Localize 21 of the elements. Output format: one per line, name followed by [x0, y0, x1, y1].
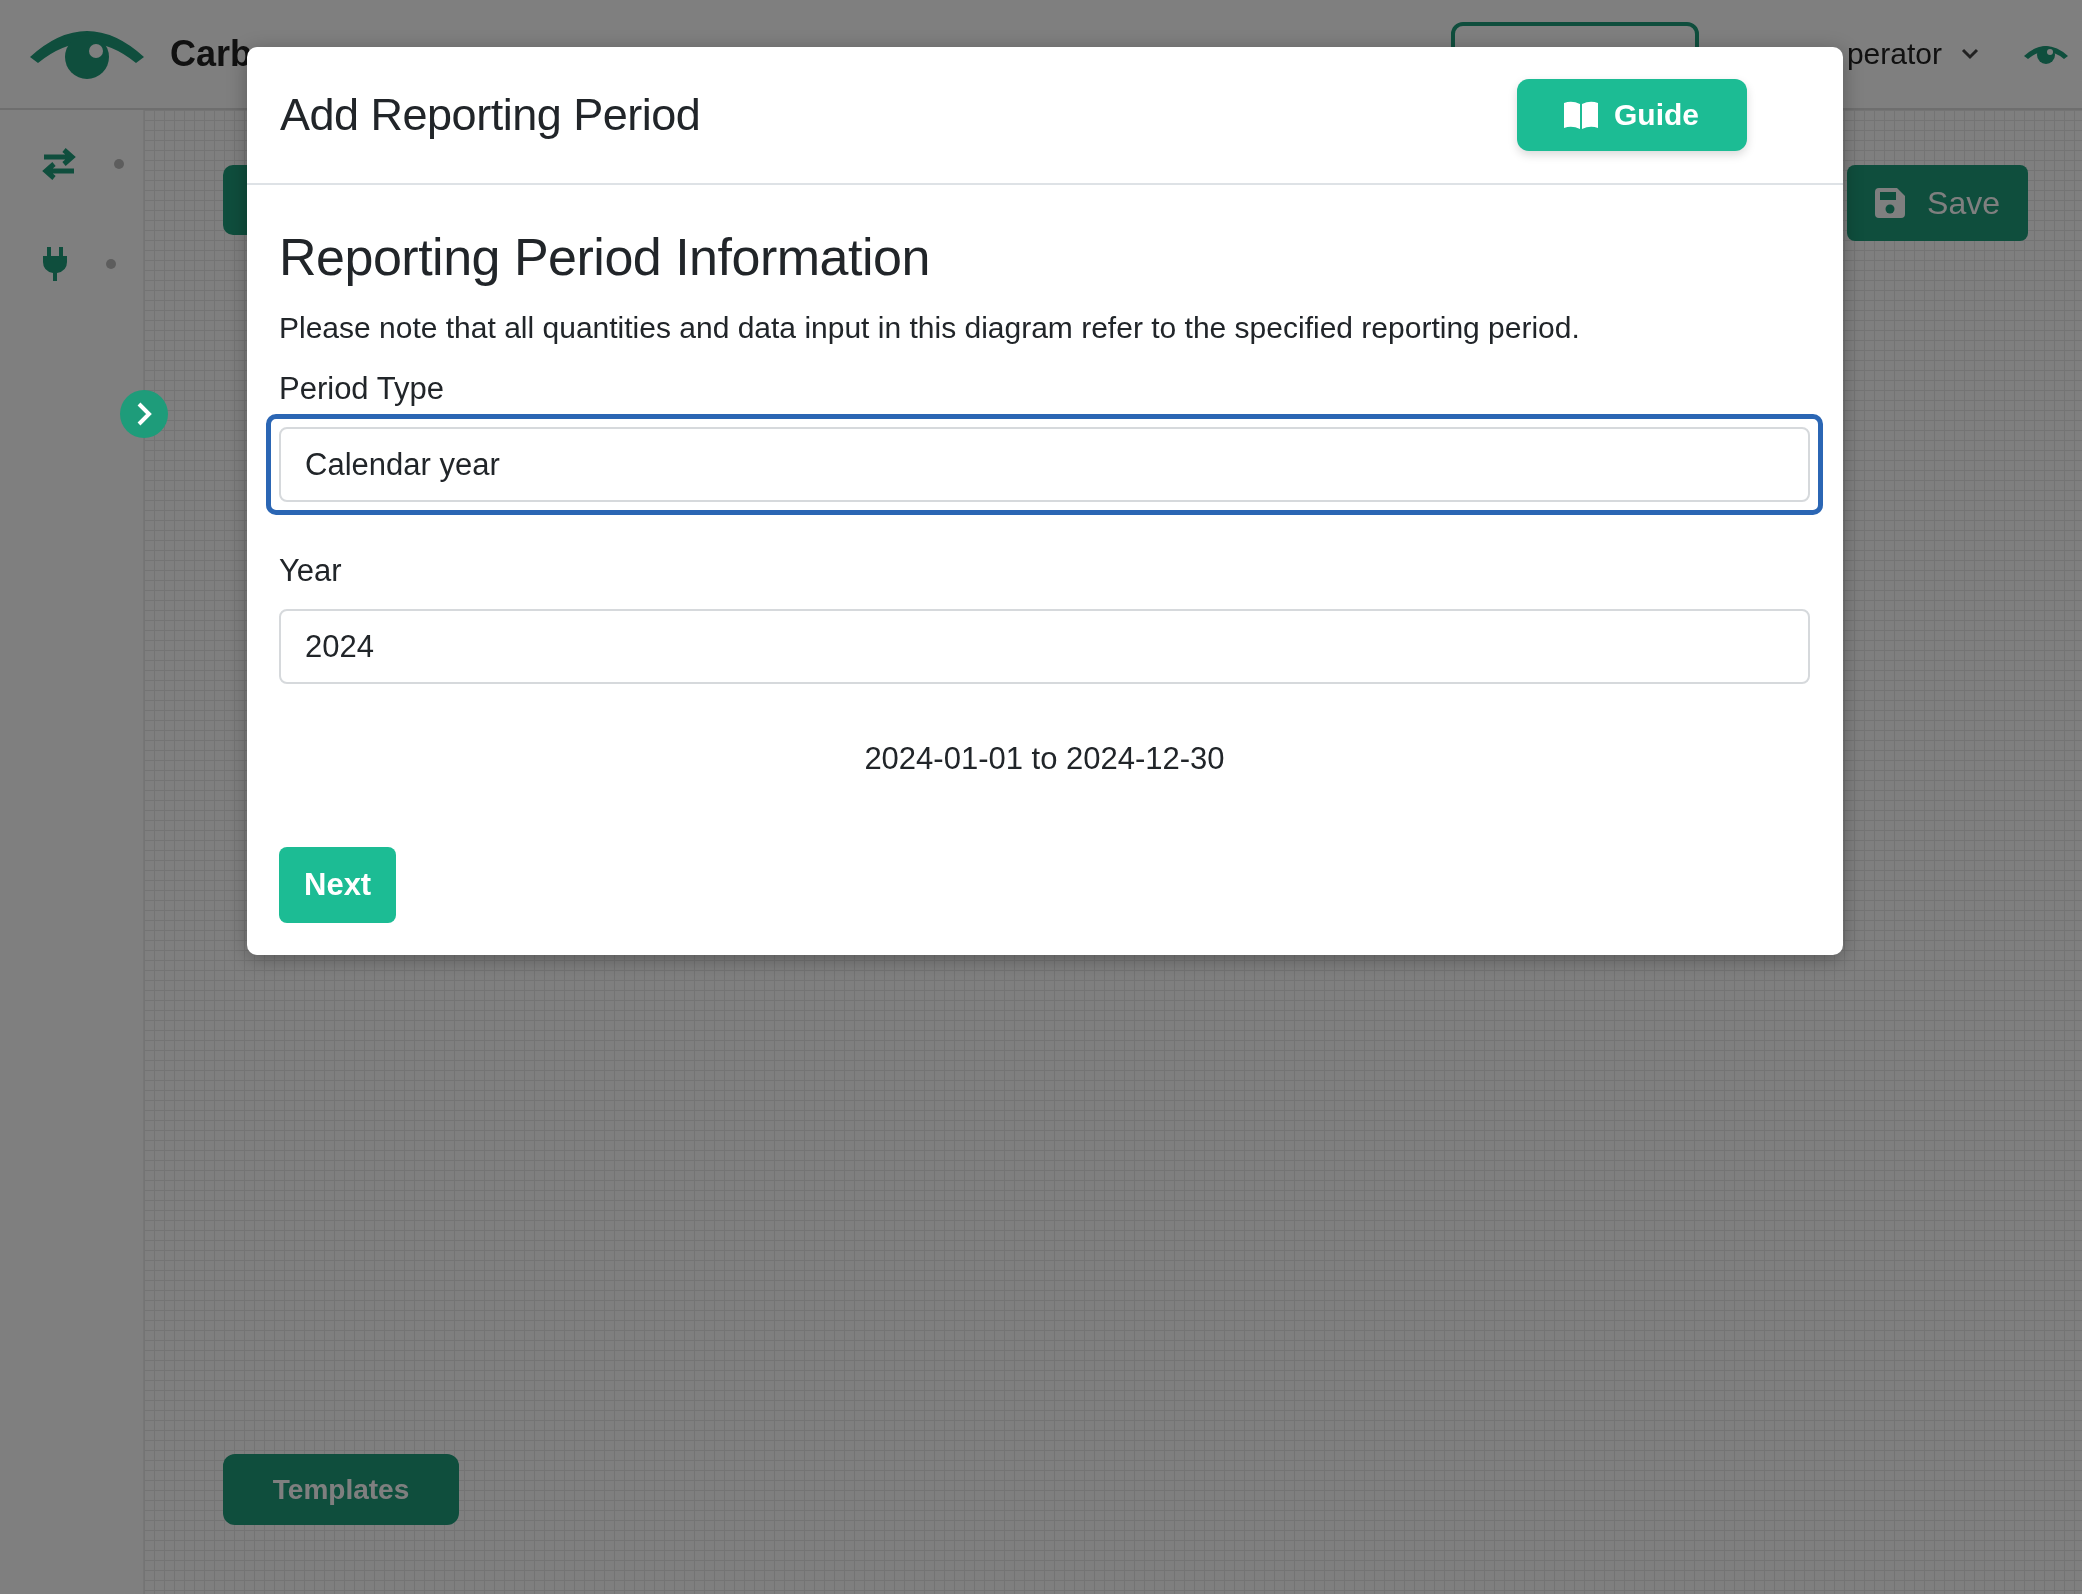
brand-name: Carb [170, 33, 253, 75]
templates-button[interactable]: Templates [223, 1454, 459, 1525]
info-text: Please note that all quantities and data input in this diagram refer to the specified reporting period. [279, 311, 1581, 345]
section-heading: Reporting Period Information [279, 227, 931, 287]
user-role[interactable]: perator [1846, 37, 1942, 71]
chevron-right-icon [135, 401, 153, 427]
status-dot [106, 259, 116, 269]
plug-icon[interactable] [42, 247, 68, 281]
expand-button[interactable] [120, 390, 168, 438]
next-button[interactable]: Next [279, 847, 397, 923]
swap-arrows-icon[interactable] [42, 148, 76, 180]
date-range: 2024-01-01 to 2024-12-30 [863, 741, 1226, 777]
chevron-down-icon[interactable] [1960, 47, 1980, 61]
field-label: Year [279, 553, 343, 589]
save-button[interactable]: Save [1847, 165, 2028, 241]
field-label: Period Type [279, 371, 445, 407]
period-type-select[interactable]: Calendar year [266, 414, 1823, 515]
dialog-title: Add Reporting Period [280, 89, 701, 141]
status-dot [114, 159, 124, 169]
open-book-icon [1564, 101, 1598, 129]
guide-button[interactable]: Guide [1517, 79, 1747, 151]
